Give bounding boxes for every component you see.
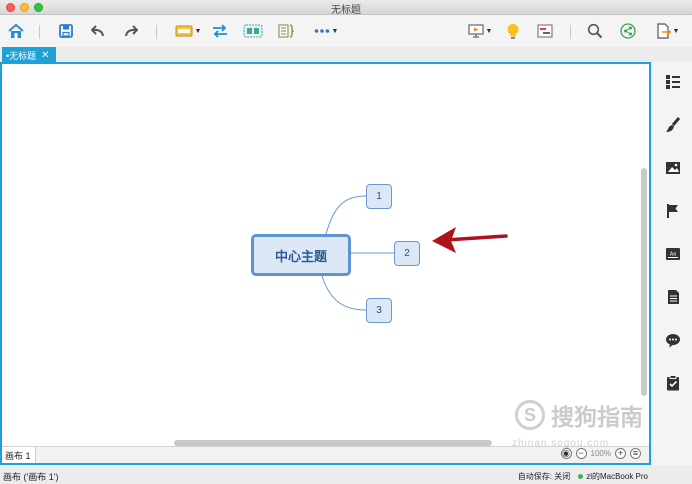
chevron-down-icon: ▼ (672, 27, 680, 35)
right-sidebar: Aa (653, 62, 692, 465)
autosave-status[interactable]: 自动保存: 关闭 (518, 471, 570, 482)
vertical-scrollbar[interactable] (641, 168, 647, 396)
boundary-icon (243, 24, 263, 38)
online-dot-icon (578, 474, 584, 480)
image-icon (666, 162, 680, 174)
toolbar-separator (570, 25, 571, 39)
home-icon (8, 23, 24, 38)
subtopic-3[interactable]: 3 (366, 298, 392, 323)
app-window: 无标题 ▼ ▼ ▼ ▼ •无标题 ✕ 中心主题 1 2 3 画布 1 ◉ − 1… (0, 0, 692, 484)
summary-icon (278, 24, 294, 38)
presentation-icon (467, 24, 484, 38)
tab-untitled[interactable]: •无标题 ✕ (2, 47, 56, 63)
status-sheet-info: 画布 ('画布 1') (3, 472, 59, 482)
zoom-controls: ◉ − 100% + ≡ (560, 448, 641, 459)
share-button[interactable] (618, 21, 638, 41)
insert-topic-button[interactable]: ▼ (172, 21, 204, 41)
label-button[interactable]: Aa (664, 245, 682, 263)
watermark-brand: 搜狗指南 (551, 404, 643, 430)
image-button[interactable] (664, 159, 682, 177)
mindmap-canvas[interactable]: 中心主题 1 2 3 (4, 66, 637, 443)
comment-icon (666, 333, 680, 347)
format-button[interactable] (664, 116, 682, 134)
save-button[interactable] (56, 21, 76, 41)
red-arrow-icon (432, 227, 508, 253)
zoom-in-button[interactable]: + (615, 448, 626, 459)
tab-label: •无标题 (6, 50, 37, 61)
export-button[interactable]: ▼ (650, 21, 684, 41)
search-button[interactable] (585, 21, 605, 41)
title-bar: 无标题 (0, 0, 692, 16)
redo-button[interactable] (121, 21, 141, 41)
lightbulb-icon (507, 23, 519, 39)
export-icon (656, 23, 671, 39)
chevron-down-icon: ▼ (331, 27, 339, 35)
home-button[interactable] (6, 21, 26, 41)
watermark-url: zhinan.sogou.com (512, 438, 610, 449)
svg-text:Aa: Aa (670, 252, 676, 258)
subtopic-1[interactable]: 1 (366, 184, 392, 209)
clipboard-icon (667, 375, 679, 391)
toolbar-separator (156, 25, 157, 39)
zoom-out-button[interactable]: − (575, 448, 587, 459)
brainstorm-button[interactable] (503, 21, 523, 41)
share-icon (620, 23, 636, 39)
presentation-button[interactable]: ▼ (464, 21, 496, 41)
toolbar: ▼ ▼ ▼ ▼ (0, 15, 692, 47)
central-topic[interactable]: 中心主题 (251, 234, 351, 276)
outline-icon (666, 75, 680, 89)
gantt-button[interactable] (535, 21, 555, 41)
notes-button[interactable] (664, 288, 682, 306)
tab-strip: •无标题 ✕ (0, 47, 692, 63)
search-icon (587, 23, 603, 39)
relationship-button[interactable] (210, 21, 230, 41)
topic-icon (175, 25, 193, 37)
window-title: 无标题 (331, 5, 361, 16)
connector-line (321, 275, 367, 311)
save-icon (59, 24, 73, 38)
chevron-down-icon: ▼ (194, 27, 202, 35)
fit-icon[interactable]: ≡ (630, 448, 641, 459)
zoom-level: 100% (590, 449, 611, 458)
connector-line (325, 195, 367, 235)
status-right: 自动保存: 关闭 zl的MacBook Pro (518, 471, 648, 482)
summary-button[interactable] (276, 21, 296, 41)
more-icon (314, 29, 329, 33)
device-status: zl的MacBook Pro (578, 471, 648, 482)
watermark: S 搜狗指南 (515, 398, 643, 432)
redo-icon (125, 25, 138, 37)
status-bar: 画布 ('画布 1') 自动保存: 关闭 zl的MacBook Pro (0, 467, 692, 484)
subtopic-2[interactable]: 2 (394, 241, 420, 266)
outline-button[interactable] (664, 73, 682, 91)
sogou-logo-icon: S (515, 400, 545, 430)
gantt-icon (537, 24, 553, 38)
close-icon[interactable]: ✕ (41, 50, 49, 61)
undo-button[interactable] (88, 21, 108, 41)
marker-button[interactable] (664, 202, 682, 220)
device-name: zl的MacBook Pro (586, 472, 648, 481)
task-button[interactable] (664, 374, 682, 392)
label-icon: Aa (666, 248, 680, 260)
chevron-down-icon: ▼ (485, 27, 493, 35)
boundary-button[interactable] (242, 21, 264, 41)
relationship-icon (213, 24, 227, 38)
flag-icon (667, 204, 678, 218)
undo-icon (91, 25, 104, 37)
comment-button[interactable] (664, 331, 682, 349)
toolbar-separator (39, 25, 40, 39)
arrow-shaft (444, 234, 508, 242)
eye-icon[interactable]: ◉ (560, 448, 572, 459)
notes-icon (667, 290, 679, 304)
more-button[interactable]: ▼ (310, 21, 342, 41)
brush-icon (666, 117, 681, 132)
sheet-tab[interactable]: 画布 1 (2, 447, 36, 463)
